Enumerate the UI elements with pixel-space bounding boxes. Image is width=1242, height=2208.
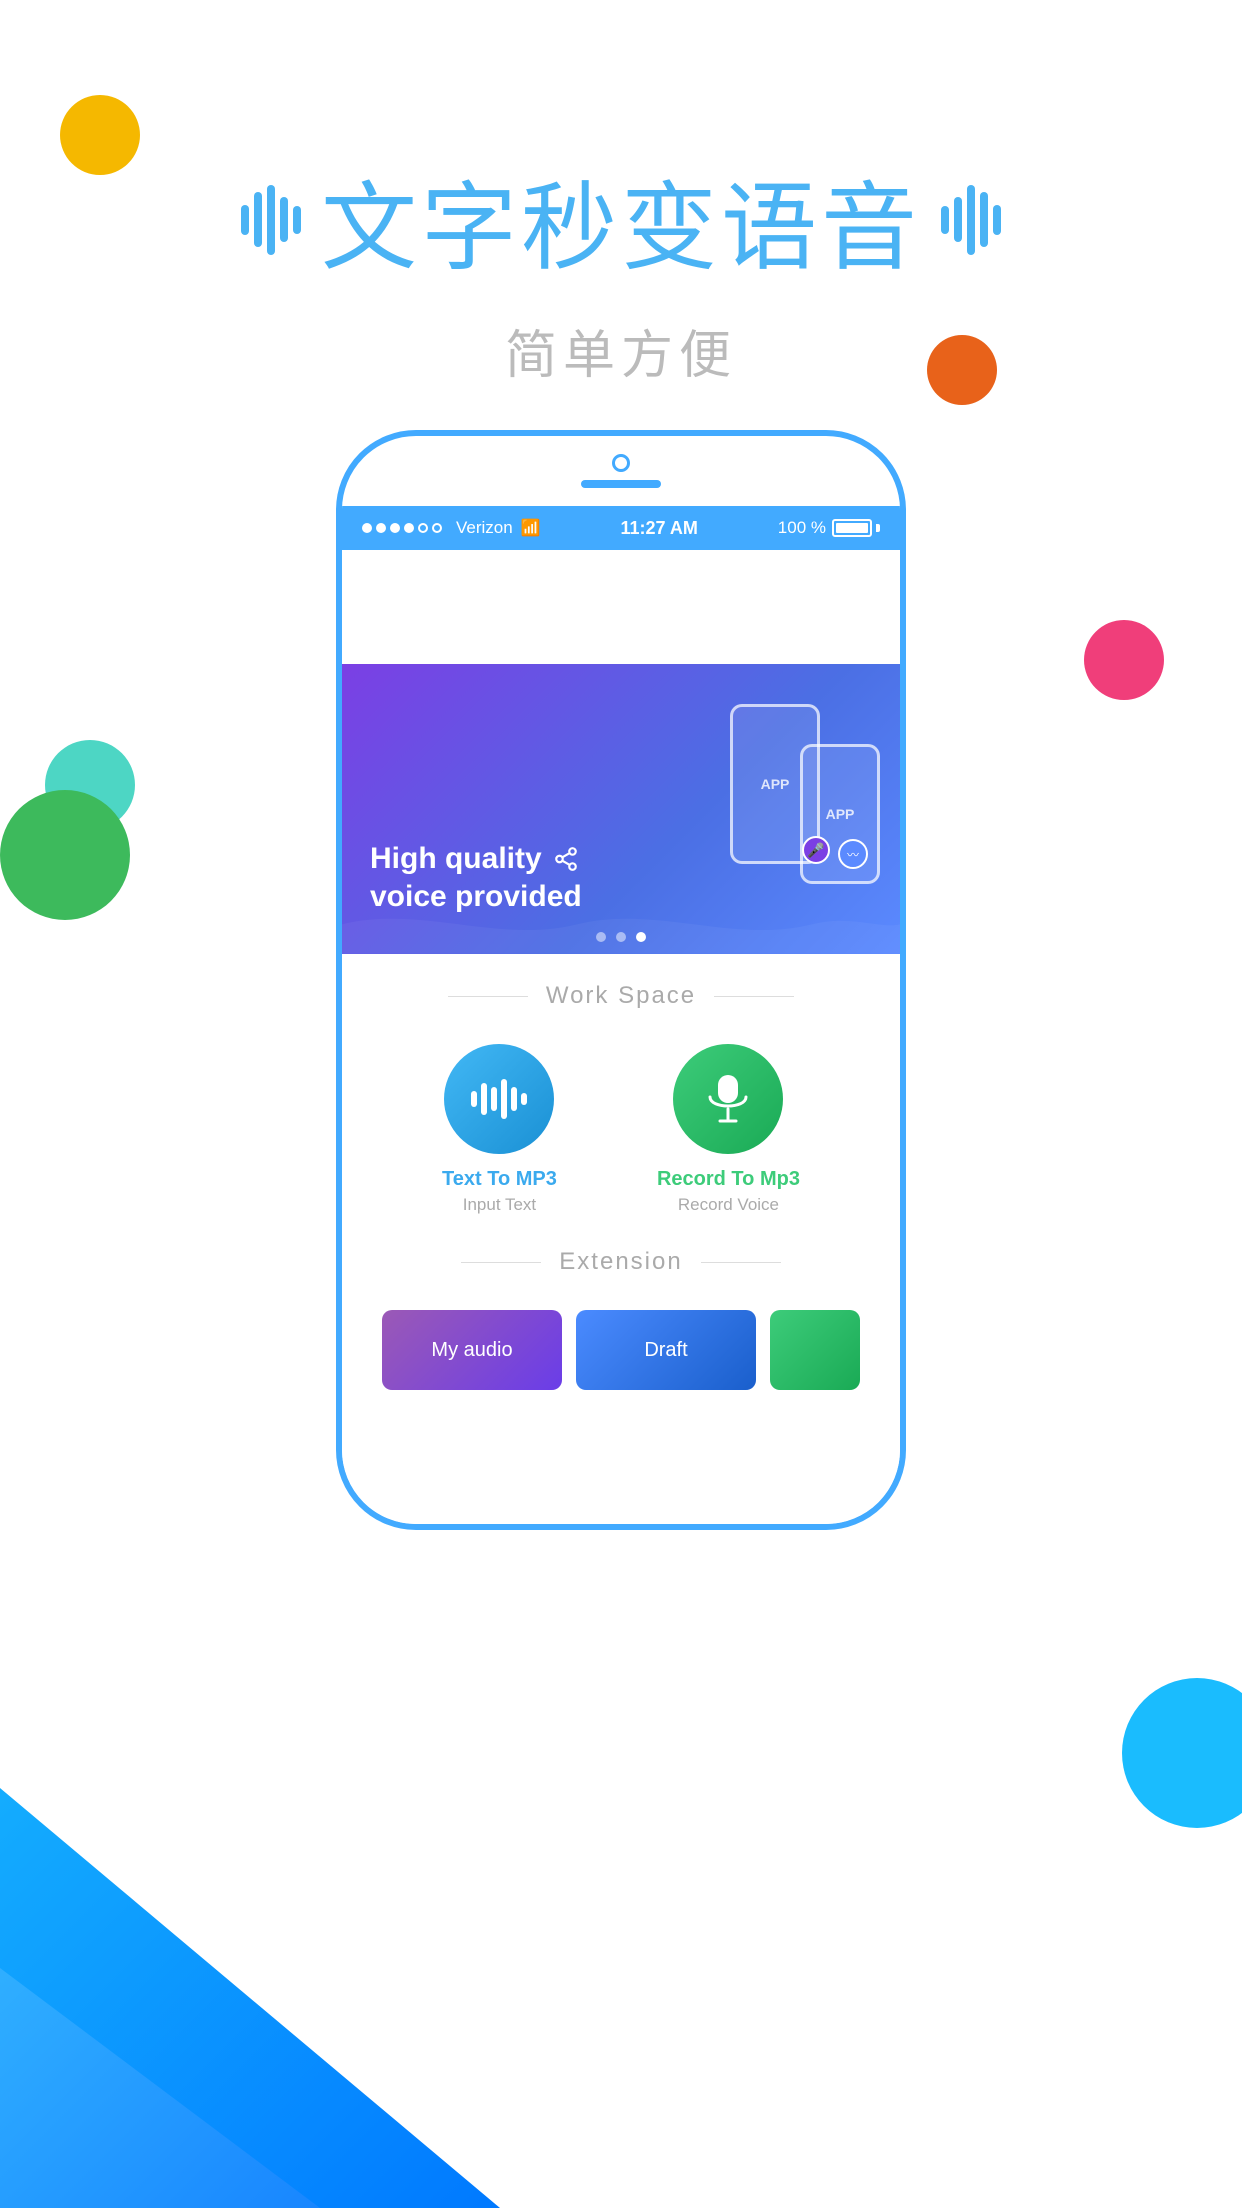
signal-dot-3 [390,523,400,533]
signal-dot-2 [376,523,386,533]
phone-outer-shell: Verizon 📶 11:27 AM 100 % [336,430,906,1530]
workspace-line-right [714,996,794,997]
banner-dot-2 [616,932,626,942]
record-to-mp3-label: Record To Mp3 [657,1168,800,1191]
banner-text-content: High quality voice provided [370,842,582,914]
phone-mockup: Verizon 📶 11:27 AM 100 % [336,430,906,1530]
signal-dot-6 [432,523,442,533]
battery-bar [832,519,872,537]
hero-title-row: 文字秒变语音 [0,150,1242,289]
circle-blue-bottom-decoration [1122,1678,1242,1828]
workspace-header: Work Space [372,982,870,1010]
carrier-name: Verizon [456,518,513,538]
waveform-right-icon [941,180,1001,260]
banner-dot-1 [596,932,606,942]
hero-section: 文字秒变语音 简单方便 [0,150,1242,388]
phone-top-bar [581,454,661,488]
circle-green-decoration [0,790,130,920]
extension-card-my-audio[interactable]: My audio [382,1310,562,1390]
phone-camera [612,454,630,472]
extension-line-right [701,1262,781,1263]
illus-app-label-2: APP [826,806,855,822]
battery-indicator [832,519,880,537]
workspace-item-text-to-mp3[interactable]: Text To MP3 Input Text [442,1044,557,1215]
microphone-icon [706,1073,750,1125]
share-icon [552,845,580,873]
hero-subtitle: 简单方便 [0,313,1242,388]
workspace-item-record-to-mp3[interactable]: Record To Mp3 Record Voice [657,1044,800,1215]
app-banner: High quality voice provided APP [342,664,900,954]
banner-line2: voice provided [370,880,582,914]
signal-dots [362,523,442,533]
signal-dot-5 [418,523,428,533]
signal-dot-1 [362,523,372,533]
extension-section: Extension My audio Draft [342,1220,900,1390]
banner-line1: High quality [370,842,582,876]
extension-header: Extension [372,1248,870,1276]
mic-badge-icon: 🎤 [802,836,830,864]
battery-percent: 100 % [778,518,826,538]
extension-card-extra[interactable] [770,1310,860,1390]
my-audio-label: My audio [431,1339,512,1362]
hero-main-title: 文字秒变语音 [321,150,921,289]
text-to-mp3-waveform-icon [471,1079,527,1119]
extension-card-draft[interactable]: Draft [576,1310,756,1390]
workspace-icons: Text To MP3 Input Text [372,1044,870,1215]
banner-phone-illustration: APP APP 🎤 〰 [710,684,880,924]
battery-tip [876,524,880,532]
workspace-line-left [448,996,528,997]
text-to-mp3-label: Text To MP3 [442,1168,557,1191]
draft-label: Draft [644,1339,687,1362]
record-to-mp3-sublabel: Record Voice [678,1195,779,1215]
wifi-icon: 📶 [521,518,541,538]
text-to-mp3-icon-circle [444,1044,554,1154]
status-left: Verizon 📶 [362,518,541,538]
banner-pagination-dots [596,932,646,942]
status-time: 11:27 AM [621,518,698,539]
extension-cards: My audio Draft [372,1310,870,1390]
banner-dot-3-active [636,932,646,942]
phone-content: High quality voice provided APP [342,550,900,1524]
extension-title: Extension [559,1248,682,1276]
illus-app-label-1: APP [761,776,790,792]
phone-speaker [581,480,661,488]
status-bar: Verizon 📶 11:27 AM 100 % [342,506,900,550]
circle-pink-decoration [1084,620,1164,700]
extension-line-left [461,1262,541,1263]
waveform-left-icon [241,180,301,260]
workspace-section: Work Space [342,954,900,1215]
status-right: 100 % [778,518,880,538]
workspace-title: Work Space [546,982,696,1010]
wave-badge-icon: 〰 [838,839,868,869]
signal-dot-4 [404,523,414,533]
text-to-mp3-sublabel: Input Text [463,1195,536,1215]
record-to-mp3-icon-circle [673,1044,783,1154]
battery-fill [836,523,868,533]
